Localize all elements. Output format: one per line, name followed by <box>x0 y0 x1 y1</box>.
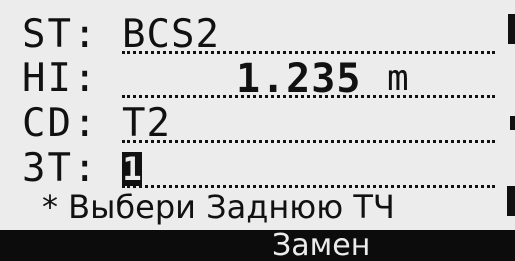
instrument-screen: ST: BCS2 HI: 1.235 m CD: T2 ЗТ: 1 * Выбе… <box>0 0 515 261</box>
code-field-underline <box>122 140 495 143</box>
station-row: ST: BCS2 <box>22 12 502 58</box>
backsight-label: ЗТ: <box>22 146 99 191</box>
replace-softkey[interactable]: Замен <box>272 230 370 261</box>
instrument-height-label: HI: <box>22 56 99 101</box>
scroll-indicator-icon <box>508 14 515 44</box>
backsight-row: ЗТ: 1 <box>22 146 502 192</box>
battery-icon <box>507 186 515 216</box>
code-row: CD: T2 <box>22 101 502 147</box>
station-field-underline <box>122 51 495 54</box>
instrument-height-row: HI: 1.235 m <box>22 56 502 102</box>
code-label: CD: <box>22 101 99 146</box>
instrument-height-underline <box>122 95 495 98</box>
prompt-text: * Выбери Заднюю ТЧ <box>42 188 395 226</box>
softkey-bar: Замен <box>0 230 515 261</box>
status-icon <box>510 116 515 130</box>
backsight-field-cursor[interactable]: 1 <box>122 152 142 186</box>
station-label: ST: <box>22 12 99 57</box>
